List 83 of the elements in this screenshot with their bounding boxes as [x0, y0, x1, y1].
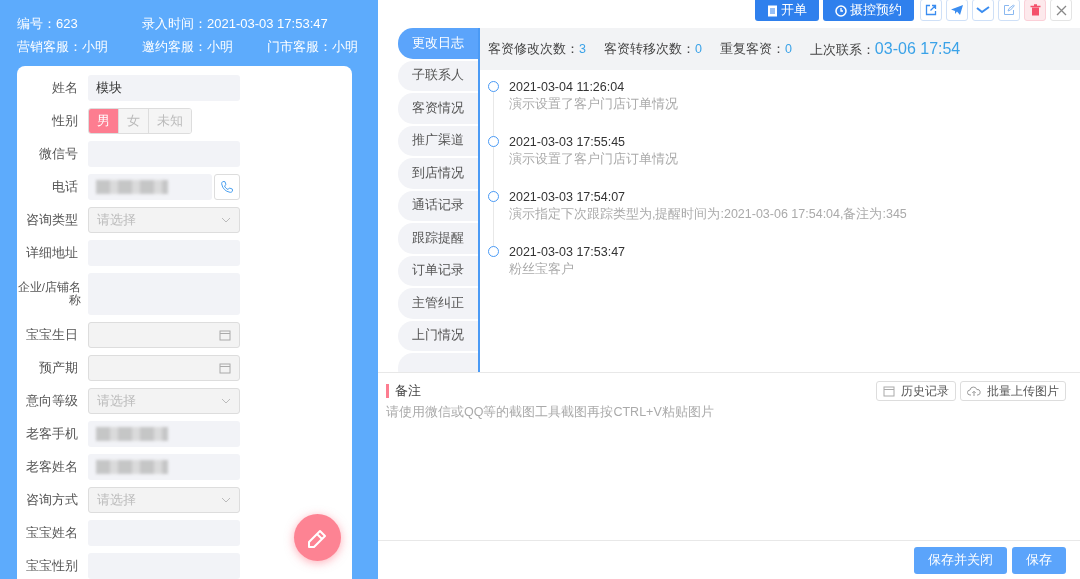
timeline-dot [488, 191, 499, 202]
close-icon [1055, 4, 1067, 16]
timeline-time: 2021-03-03 17:54:07 [509, 190, 627, 204]
note-button[interactable]: 批量上传图片 [960, 381, 1066, 401]
note-title: 备注 [386, 384, 421, 398]
timeline-text: 粉丝宝客户 [509, 262, 575, 276]
stat-value: 0 [784, 41, 792, 56]
date-field[interactable] [88, 355, 240, 381]
timeline-text: 演示设置了客户门店订单情况 [509, 152, 678, 166]
field-label: 详细地址 [25, 246, 78, 260]
field-label: 姓名 [51, 81, 78, 95]
field-label: 电话 [51, 180, 78, 194]
side-tab[interactable]: 到店情况 [398, 158, 478, 189]
field-label: 咨询方式 [25, 493, 78, 507]
side-tab[interactable]: 客资情况 [398, 93, 478, 124]
field-label: 微信号 [38, 147, 78, 161]
date-field[interactable] [88, 322, 240, 348]
field-label: 宝宝性别 [25, 559, 78, 573]
icon-button[interactable] [998, 0, 1020, 21]
input-field[interactable]: 模块 [88, 75, 240, 101]
icon-button[interactable] [946, 0, 968, 21]
stat-label: 客资转移次数： [603, 41, 695, 56]
close-button[interactable] [1050, 0, 1072, 21]
timeline-dot [488, 246, 499, 257]
field-label: 企业/店铺名称 [17, 281, 81, 307]
side-tab[interactable]: 主管纠正 [398, 288, 478, 319]
chevron-down-icon [221, 398, 231, 404]
input-field[interactable] [88, 454, 240, 480]
header-info: 编号：623 [17, 14, 79, 33]
stat-value: 0 [694, 41, 702, 56]
note-button[interactable]: 历史记录 [876, 381, 956, 401]
input-field[interactable] [88, 421, 240, 447]
toolbar-button[interactable]: 开单 [755, 0, 819, 21]
timeline-time: 2021-03-04 11:26:04 [509, 80, 626, 94]
field-label: 老客姓名 [25, 460, 78, 474]
field-label: 老客手机 [25, 427, 78, 441]
chevron-down-icon [221, 497, 231, 503]
input-field[interactable] [88, 174, 212, 200]
header-info: 门市客服：小明 [267, 37, 359, 56]
timeline-time: 2021-03-03 17:53:47 [509, 245, 626, 259]
call-button[interactable] [214, 174, 240, 200]
side-tab[interactable]: 通话记录 [398, 190, 478, 221]
stat-label: 客资修改次数： [488, 41, 579, 56]
timeline-text: 演示指定下次跟踪类型为,提醒时间为:2021-03-06 17:54:04,备注为:345 [509, 207, 907, 221]
calendar-icon [219, 362, 231, 374]
paper-plane-icon [950, 4, 964, 16]
side-tab[interactable]: 上门情况 [398, 320, 478, 351]
icon-button[interactable] [920, 0, 942, 21]
icon-button[interactable] [972, 0, 994, 21]
header-info: 邀约客服：小明 [142, 37, 234, 56]
timeline-dot [488, 81, 499, 92]
document-icon [767, 4, 778, 17]
chevron-down-icon [221, 217, 231, 223]
edit-icon [1003, 4, 1015, 16]
external-link-icon [925, 4, 937, 16]
field-label: 意向等级 [25, 394, 78, 408]
timeline-dot [488, 136, 499, 147]
field-label: 宝宝生日 [25, 328, 78, 342]
side-tab[interactable]: 跟踪提醒 [398, 223, 478, 254]
phone-icon [220, 180, 234, 194]
calendar-icon [219, 329, 231, 341]
stat-label: 上次联系： [809, 42, 875, 57]
clock-icon [835, 4, 847, 17]
cloud-upload-icon [967, 385, 981, 397]
trash-icon [1029, 4, 1041, 16]
calendar-icon [883, 385, 895, 397]
timeline-time: 2021-03-03 17:55:45 [509, 135, 627, 149]
side-tab[interactable]: 订单记录 [398, 255, 478, 286]
header-info: 录入时间：2021-03-03 17:53:47 [142, 14, 328, 33]
stat-value: 3 [579, 41, 586, 56]
field-label: 性别 [51, 114, 78, 128]
icon-button[interactable] [1024, 0, 1046, 21]
toolbar-button[interactable]: 摄控预约 [823, 0, 914, 21]
field-label: 咨询类型 [25, 213, 78, 227]
field-label: 宝宝姓名 [25, 526, 78, 540]
stat-label: 重复客资： [719, 41, 785, 56]
field-label: 预产期 [38, 361, 78, 375]
side-tab[interactable]: 子联系人 [398, 60, 478, 91]
header-info: 营销客服：小明 [17, 37, 109, 56]
stat-value: 03-06 17:54 [874, 39, 961, 57]
timeline-text: 演示设置了客户门店订单情况 [509, 97, 678, 111]
checkmark-icon [976, 6, 990, 14]
side-tab[interactable]: 推广渠道 [398, 125, 478, 156]
